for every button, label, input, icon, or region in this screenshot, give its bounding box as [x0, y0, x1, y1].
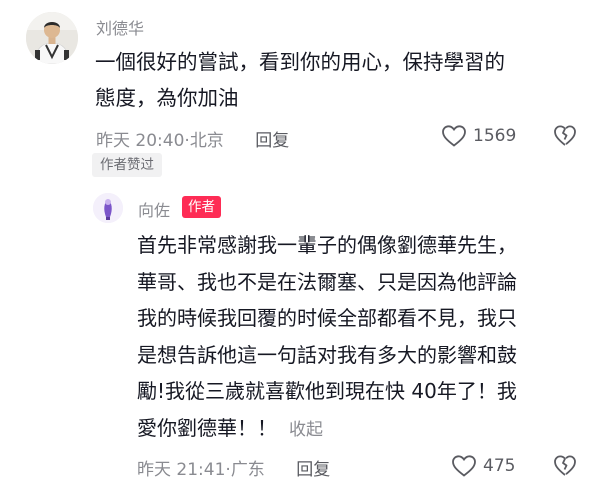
collapse-button[interactable]: 收起 — [289, 420, 323, 440]
reply-location: 广东 — [230, 460, 265, 480]
reply-text-line: 我的時候我回覆的时候全部都看不見，我只 — [137, 306, 517, 330]
comment-location: 北京 — [189, 131, 224, 151]
reply-text-line: 愛你劉德華！！ 收起 — [137, 410, 577, 449]
reply-time: 昨天 21:41 — [137, 460, 226, 480]
user-avatar[interactable] — [26, 12, 78, 64]
heart-outline-icon — [452, 455, 476, 477]
reply-text-line: 華哥、我也不是在法爾塞、只是因為他評論 — [137, 269, 517, 294]
author-tag: 作者 — [182, 196, 221, 218]
like-button[interactable]: 475 — [451, 454, 515, 478]
reply-username[interactable]: 向佐 — [138, 197, 170, 221]
like-button[interactable]: 1569 — [441, 124, 516, 148]
author-liked-badge: 作者赞过 — [92, 153, 162, 177]
comment-text-line: 態度，為你加油 — [95, 86, 239, 110]
broken-heart-icon — [554, 455, 576, 476]
like-count: 1569 — [473, 126, 517, 146]
comment-text: 一個很好的嘗試，看到你的用心，保持學習的 態度，為你加油 — [95, 44, 565, 116]
reply-text-line: 是想告訴他這一句話对我有多大的影響和鼓 — [137, 342, 517, 367]
avatar-photo — [26, 12, 78, 64]
reply-button[interactable]: 回复 — [255, 131, 289, 151]
dislike-button[interactable] — [553, 124, 577, 152]
reply-text: 首先非常感謝我一輩子的偶像劉德華先生， 華哥、我也不是在法爾塞、只是因為他評論 … — [137, 227, 577, 448]
comment-text-line: 一個很好的嘗試，看到你的用心，保持學習的 — [95, 50, 505, 74]
reply-meta: 昨天 21:41·广东 回复 — [137, 455, 330, 480]
avatar-photo — [93, 193, 123, 223]
comment-time: 昨天 20:40 — [96, 131, 185, 151]
reply-text-last: 愛你劉德華！！ — [137, 415, 277, 440]
comment-username[interactable]: 刘德华 — [96, 15, 144, 39]
heart-outline-icon — [442, 125, 466, 147]
comment-meta: 昨天 20:40·北京 回复 — [96, 126, 289, 151]
reply-text-line: 勵!我從三歲就喜歡他到現在快 40年了！我 — [137, 379, 517, 403]
broken-heart-icon — [554, 125, 576, 146]
like-count: 475 — [483, 456, 516, 476]
reply-button[interactable]: 回复 — [296, 460, 330, 480]
dislike-button[interactable] — [553, 454, 577, 482]
reply-text-line: 首先非常感謝我一輩子的偶像劉德華先生， — [137, 233, 517, 257]
reply-avatar[interactable] — [93, 193, 123, 223]
